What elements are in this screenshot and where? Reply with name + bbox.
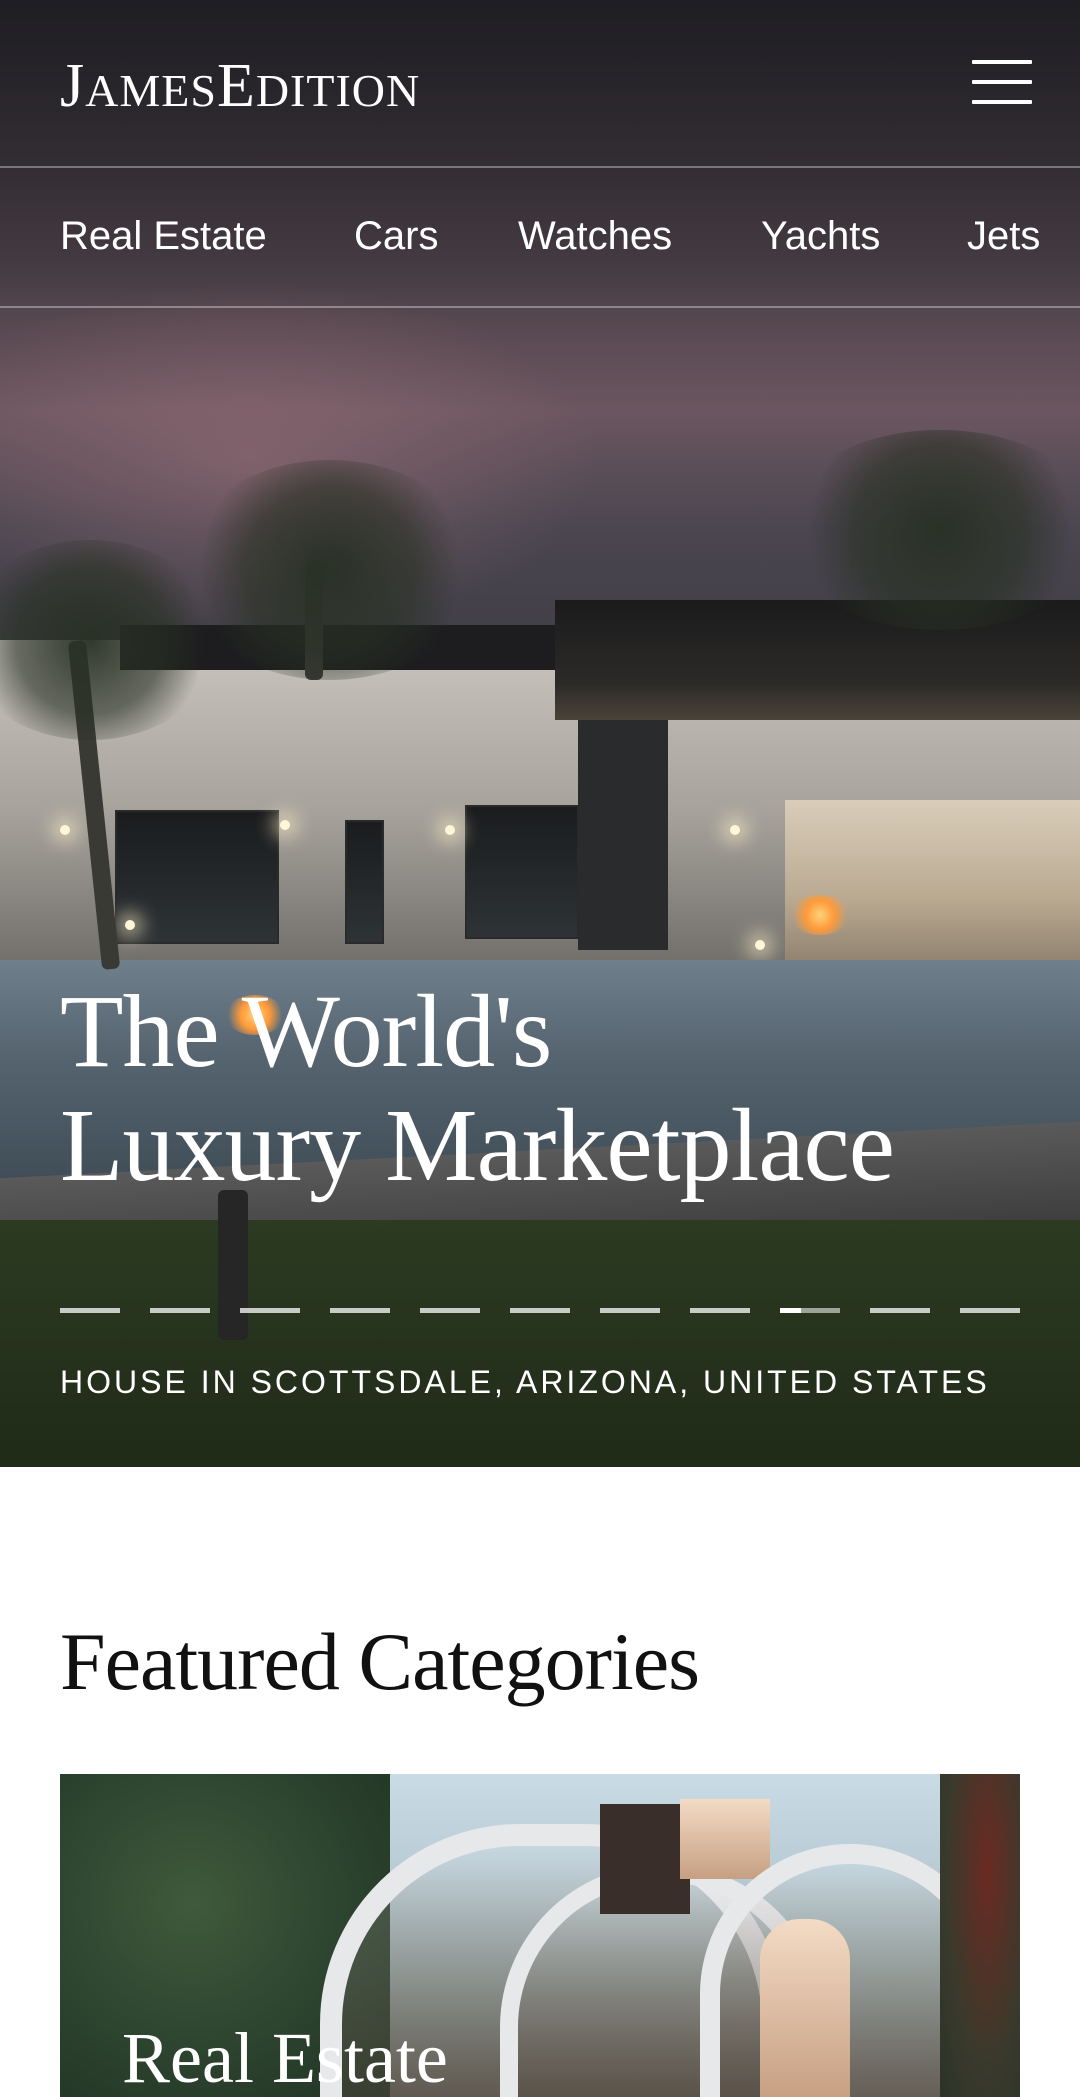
slide-indicator[interactable] <box>240 1308 300 1313</box>
hero-wall-light <box>60 825 70 835</box>
hero-wall-light <box>280 820 290 830</box>
hero-living-room <box>785 800 1080 970</box>
card-house-wall <box>600 1804 690 1914</box>
hero-stone-pillar <box>578 720 668 950</box>
hero-window <box>465 805 579 939</box>
hero-garden-lamp <box>218 1190 248 1340</box>
category-card-real-estate[interactable]: Real Estate <box>60 1774 1020 2097</box>
site-logo[interactable]: JAMESEDITION <box>60 50 480 122</box>
hero-fireplace <box>790 895 850 935</box>
hamburger-icon-bar <box>972 80 1032 84</box>
nav-item-cars[interactable]: Cars <box>354 212 438 260</box>
hamburger-icon <box>972 60 1032 64</box>
hero-window <box>115 810 279 944</box>
hero-wall-light <box>730 825 740 835</box>
hero-palm-fronds <box>180 460 480 680</box>
nav-item-yachts[interactable]: Yachts <box>761 212 880 260</box>
slide-indicator[interactable] <box>510 1308 570 1313</box>
hero-lamp-light <box>125 920 135 930</box>
card-tree-right <box>940 1774 1020 2097</box>
slide-indicator[interactable] <box>600 1308 660 1313</box>
card-entry-door <box>760 1919 850 2097</box>
slide-indicator[interactable] <box>150 1308 210 1313</box>
hero-wall-light <box>445 825 455 835</box>
svg-text:JAMESEDITION: JAMESEDITION <box>60 52 420 114</box>
hero-lamp-light <box>755 940 765 950</box>
slide-indicator[interactable] <box>780 1308 840 1313</box>
category-nav: Real Estate Cars Watches Yachts Jets <box>0 168 1080 308</box>
jamesedition-logo-mark: JAMESEDITION <box>60 52 420 120</box>
slide-pager <box>60 1308 1020 1314</box>
nav-item-jets[interactable]: Jets <box>967 212 1040 260</box>
slide-indicator[interactable] <box>330 1308 390 1313</box>
card-window-glow <box>680 1799 770 1879</box>
hero-caption[interactable]: HOUSE IN SCOTTSDALE, ARIZONA, UNITED STA… <box>60 1364 1020 1401</box>
nav-item-real-estate[interactable]: Real Estate <box>60 212 267 260</box>
top-bar: JAMESEDITION <box>0 0 1080 168</box>
hero-title-line2: Luxury Marketplace <box>60 1088 895 1203</box>
slide-indicator[interactable] <box>690 1308 750 1313</box>
hero-pine-canopy <box>780 430 1080 630</box>
hamburger-icon-bar <box>972 100 1032 104</box>
slide-indicator-progress <box>780 1308 801 1313</box>
hero-title: The World's Luxury Marketplace <box>60 975 1040 1203</box>
nav-item-watches[interactable]: Watches <box>518 212 672 260</box>
hero-door <box>345 820 384 944</box>
hamburger-menu-button[interactable] <box>972 60 1032 104</box>
slide-indicator[interactable] <box>870 1308 930 1313</box>
category-card-label: Real Estate <box>122 2018 448 2097</box>
slide-indicator[interactable] <box>420 1308 480 1313</box>
slide-indicator[interactable] <box>960 1308 1020 1313</box>
slide-indicator[interactable] <box>60 1308 120 1313</box>
featured-categories-heading: Featured Categories <box>60 1616 700 1707</box>
hero-lawn <box>0 1220 1080 1467</box>
hero-title-line1: The World's <box>60 974 552 1089</box>
